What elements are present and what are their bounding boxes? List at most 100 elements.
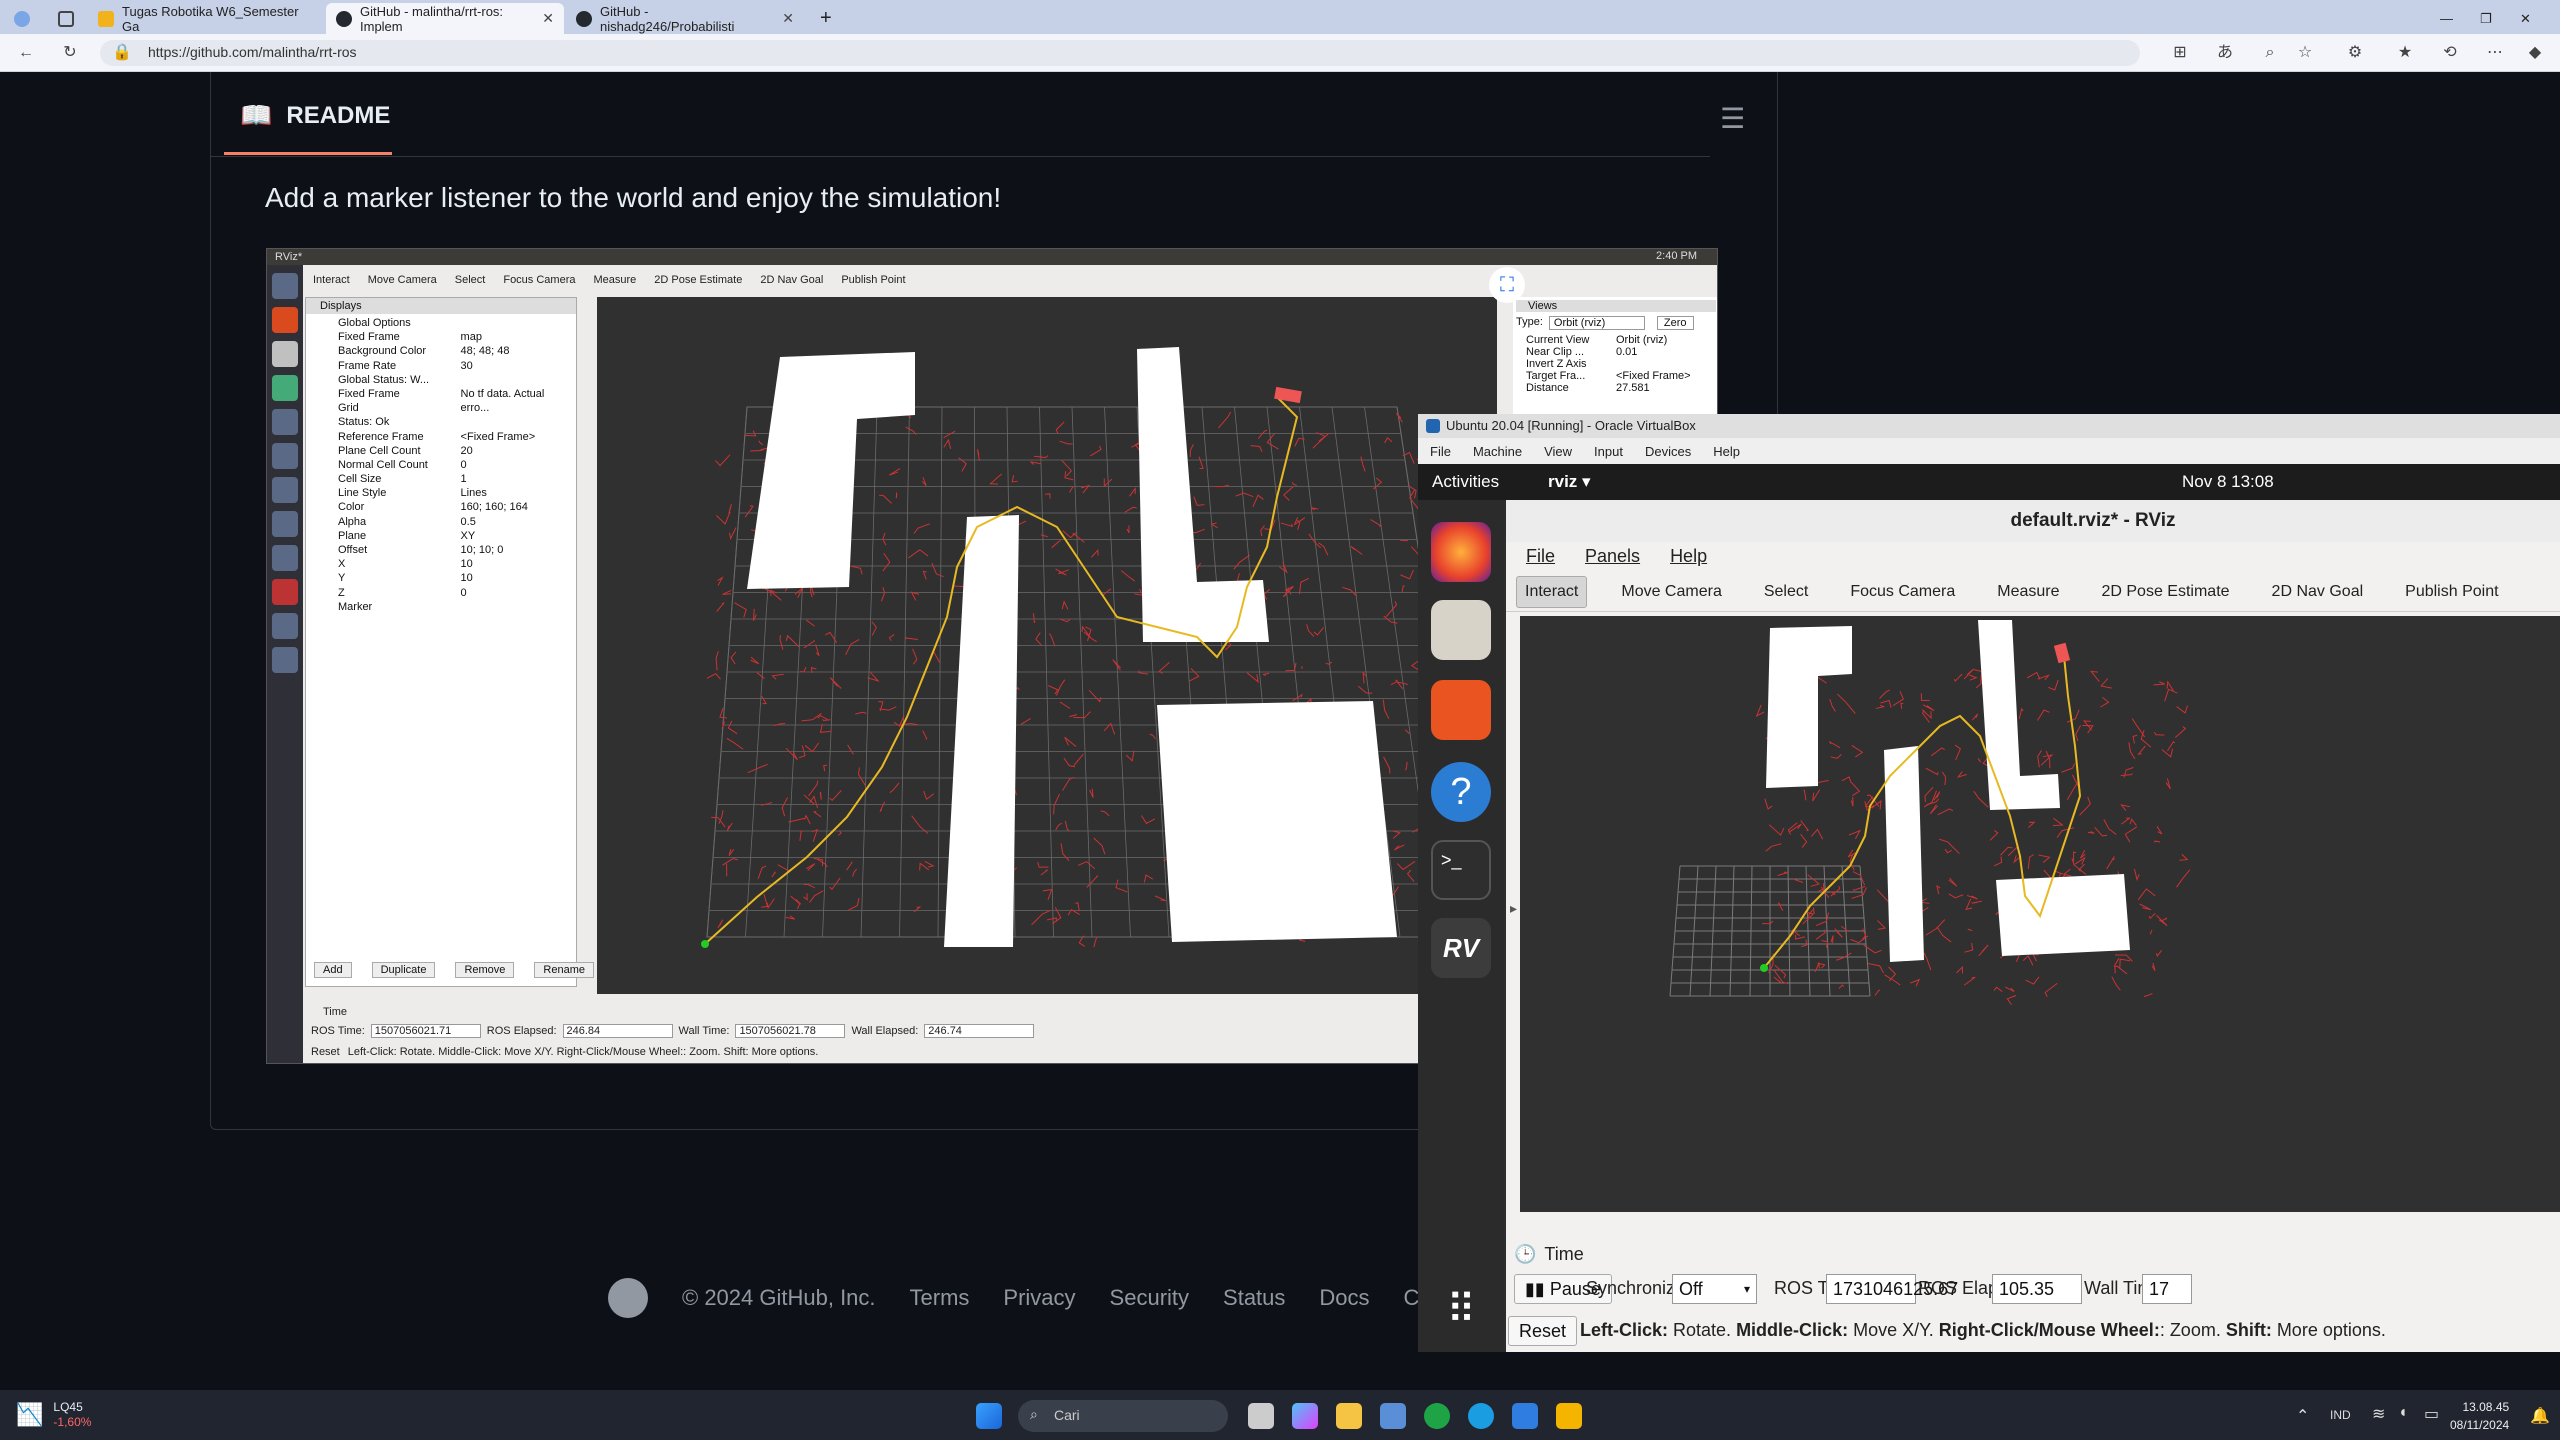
language-indicator[interactable]: IND	[2330, 1408, 2351, 1422]
footer-link-status[interactable]: Status	[1223, 1285, 1285, 1311]
views-zero-button[interactable]: Zero	[1656, 316, 1694, 330]
display-row[interactable]: Background Color 48; 48; 48	[338, 344, 576, 358]
display-row[interactable]: Fixed Frame map	[338, 330, 576, 344]
tab-probabilistic[interactable]: GitHub - nishadg246/Probabilisti ✕	[566, 3, 804, 34]
rviz-tool[interactable]: Select	[1756, 577, 1816, 607]
ros-time-field[interactable]: 1507056021.71	[370, 1024, 481, 1038]
display-row[interactable]: Global Status: W...	[338, 373, 576, 387]
app-menu[interactable]: rviz ▾	[1548, 472, 1591, 492]
files-icon[interactable]	[1431, 600, 1491, 660]
view-row[interactable]: Distance 27.581	[1526, 382, 1716, 394]
vscode-icon[interactable]	[1512, 1403, 1538, 1429]
display-row[interactable]: Color 160; 160; 164	[338, 500, 576, 514]
apps-icon[interactable]: ⊞	[2170, 43, 2190, 63]
toolbar-tool[interactable]: Interact	[313, 274, 350, 286]
battery-icon[interactable]: ▭	[2424, 1404, 2439, 1424]
view-row[interactable]: Near Clip ... 0.01	[1526, 346, 1716, 358]
display-button[interactable]: Add	[314, 962, 352, 978]
system-clock[interactable]: 13.08.45 08/11/2024	[2450, 1398, 2509, 1434]
start-icon[interactable]	[976, 1403, 1002, 1429]
rviz-icon[interactable]: RV	[1431, 918, 1491, 978]
display-row[interactable]: Cell Size 1	[338, 472, 576, 486]
display-row[interactable]: X 10	[338, 557, 576, 571]
rviz-menu-help[interactable]: Help	[1670, 546, 1707, 567]
footer-link-terms[interactable]: Terms	[910, 1285, 970, 1311]
footer-link-privacy[interactable]: Privacy	[1003, 1285, 1075, 1311]
chrome-icon[interactable]	[1424, 1403, 1450, 1429]
file-explorer-icon[interactable]	[1336, 1403, 1362, 1429]
chevron-up-icon[interactable]: ⌃	[2296, 1406, 2309, 1426]
firefox-icon[interactable]	[1431, 522, 1491, 582]
ros-time-field[interactable]: 1731046125.67	[1826, 1274, 1958, 1304]
rviz-tool[interactable]: Focus Camera	[1842, 577, 1963, 607]
rviz-tool[interactable]: 2D Pose Estimate	[2093, 577, 2237, 607]
close-tab-icon[interactable]: ✕	[542, 10, 554, 27]
rviz-tool[interactable]: 2D Nav Goal	[2264, 577, 2372, 607]
wall-elapsed-field[interactable]: 246.74	[924, 1024, 1035, 1038]
terminal-icon[interactable]: >_	[1431, 840, 1491, 900]
display-row[interactable]: Global Options	[338, 316, 576, 330]
toolbar-tool[interactable]: Focus Camera	[503, 274, 575, 286]
tab-rrt-ros[interactable]: GitHub - malintha/rrt-ros: Implem ✕	[326, 3, 564, 34]
reset-button[interactable]: Reset	[1508, 1316, 1578, 1346]
view-row[interactable]: Current View Orbit (rviz)	[1526, 334, 1716, 346]
reset-button[interactable]: Reset	[311, 1046, 340, 1058]
wall-time-field[interactable]: 17	[2142, 1274, 2192, 1304]
more-icon[interactable]: ⋯	[2485, 43, 2505, 63]
history-icon[interactable]: ⟲	[2440, 43, 2460, 63]
rviz-menu-panels[interactable]: Panels	[1585, 546, 1640, 567]
ubuntu-clock[interactable]: Nov 8 13:08	[2182, 472, 2274, 492]
display-row[interactable]: Plane Cell Count 20	[338, 444, 576, 458]
close-window-icon[interactable]: ✕	[2510, 3, 2550, 34]
store-icon[interactable]	[1380, 1403, 1406, 1429]
view-row[interactable]: Target Fra... <Fixed Frame>	[1526, 370, 1716, 382]
task-view-icon[interactable]	[1248, 1403, 1274, 1429]
display-row[interactable]: Offset 10; 10; 0	[338, 543, 576, 557]
display-row[interactable]: Marker	[338, 600, 576, 614]
back-icon[interactable]: ←	[16, 43, 36, 63]
toolbar-tool[interactable]: Move Camera	[368, 274, 437, 286]
toolbar-tool[interactable]: Publish Point	[841, 274, 905, 286]
tab-tugas-robotika[interactable]: Tugas Robotika W6_Semester Ga	[88, 3, 326, 34]
footer-link-security[interactable]: Security	[1110, 1285, 1189, 1311]
screenshot-icon[interactable]: ⛶	[1489, 267, 1525, 303]
ros-elapsed-field[interactable]: 246.84	[562, 1024, 673, 1038]
display-row[interactable]: Fixed Frame No tf data. Actual erro...	[338, 387, 576, 414]
extensions-icon[interactable]: ⚙	[2345, 43, 2365, 63]
display-row[interactable]: Status: Ok	[338, 415, 576, 429]
star-icon[interactable]: ☆	[2295, 43, 2315, 63]
footer-link-docs[interactable]: Docs	[1319, 1285, 1369, 1311]
display-row[interactable]: Line Style Lines	[338, 486, 576, 500]
software-icon[interactable]	[1431, 680, 1491, 740]
readme-header[interactable]: 📖 README	[240, 100, 390, 131]
rviz-tool[interactable]: Measure	[1989, 577, 2067, 607]
ros-elapsed-field[interactable]: 105.35	[1992, 1274, 2082, 1304]
close-tab-icon[interactable]: ✕	[782, 10, 794, 27]
display-row[interactable]: Normal Cell Count 0	[338, 458, 576, 472]
zoom-icon[interactable]: ⌕	[2260, 43, 2280, 63]
vbox-menu-input[interactable]: Input	[1594, 444, 1623, 459]
favorites-icon[interactable]: ★	[2395, 43, 2415, 63]
views-type-select[interactable]: Orbit (rviz)	[1548, 316, 1645, 330]
tab-actions-icon[interactable]	[48, 3, 88, 34]
display-button[interactable]: Remove	[455, 962, 515, 978]
volume-icon[interactable]: ◖	[2398, 1404, 2408, 1422]
display-row[interactable]: Alpha 0.5	[338, 515, 576, 529]
edge-icon[interactable]	[1468, 1403, 1494, 1429]
minimize-icon[interactable]: —	[2430, 3, 2470, 34]
help-icon[interactable]: ?	[1431, 762, 1491, 822]
taskbar-search[interactable]: ⌕ Cari	[1018, 1400, 1228, 1432]
maximize-icon[interactable]: ❐	[2470, 3, 2510, 34]
toolbar-tool[interactable]: 2D Pose Estimate	[654, 274, 742, 286]
sync-select[interactable]: Off ▾	[1672, 1274, 1757, 1304]
wifi-icon[interactable]: ≋	[2372, 1404, 2385, 1424]
vbox-menu-file[interactable]: File	[1430, 444, 1451, 459]
refresh-icon[interactable]: ↻	[60, 43, 80, 63]
rviz-tool[interactable]: Move Camera	[1613, 577, 1729, 607]
activities-button[interactable]: Activities	[1432, 472, 1499, 492]
view-row[interactable]: Invert Z Axis	[1526, 358, 1716, 370]
copilot-icon[interactable]: ◆	[2525, 43, 2545, 63]
wall-time-field[interactable]: 1507056021.78	[735, 1024, 846, 1038]
rviz-3d-view[interactable]	[597, 297, 1497, 1037]
translate-icon[interactable]: あ	[2215, 43, 2235, 63]
